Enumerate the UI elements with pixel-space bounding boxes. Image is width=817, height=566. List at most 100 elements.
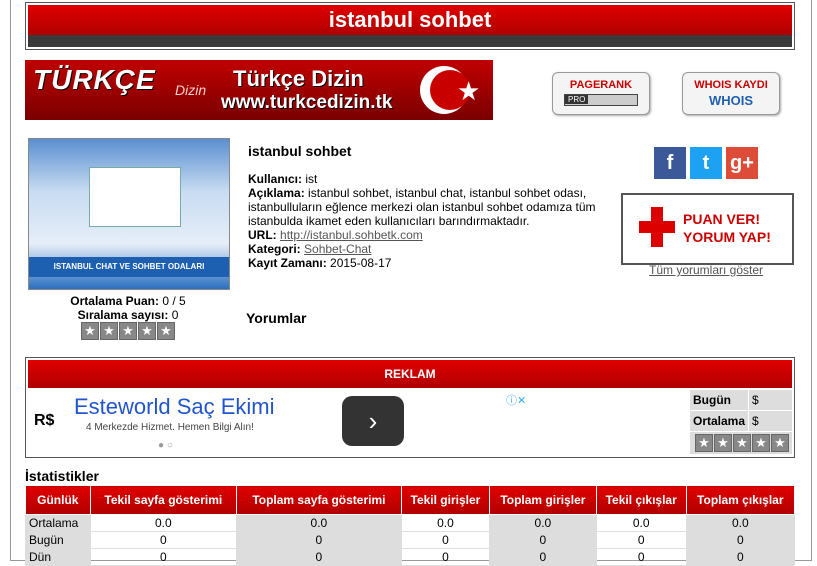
stats-header: Tekil girişler bbox=[400, 485, 491, 515]
turkce-dizin-banner[interactable]: TÜRKÇE Dizin Türkçe Dizin www.turkcedizi… bbox=[25, 60, 493, 120]
table-cell: 0 bbox=[89, 548, 237, 566]
social-share: f t g+ bbox=[654, 147, 758, 179]
ad-logo: R$ bbox=[34, 412, 55, 429]
table-cell: 0 bbox=[400, 548, 491, 566]
site-url-link[interactable]: http://istanbul.sohbetk.com bbox=[280, 228, 423, 242]
star-icon[interactable]: ★ bbox=[695, 434, 713, 452]
vote-line1: PUAN VER! bbox=[683, 211, 761, 227]
star-icon[interactable]: ★ bbox=[100, 322, 118, 340]
login-box-preview bbox=[89, 167, 181, 227]
url-label: URL: bbox=[248, 228, 277, 242]
red-cross-icon bbox=[639, 207, 675, 247]
header-divider bbox=[28, 35, 792, 47]
banner-url: www.turkcedizin.tk bbox=[221, 92, 393, 113]
table-row: Bugün 0 0 0 0 0 0 bbox=[25, 531, 796, 549]
desc-label: Açıklama: bbox=[248, 186, 305, 200]
date-label: Kayıt Zamanı: bbox=[248, 256, 327, 270]
ad-section: REKLAM R$ Esteworld Saç Ekimi 4 Merkezde… bbox=[25, 357, 795, 458]
table-cell: 0 bbox=[489, 548, 597, 566]
pagerank-badge[interactable]: PAGERANK PRO bbox=[552, 72, 650, 115]
date-value: 2015-08-17 bbox=[330, 256, 392, 270]
banner-logo: TÜRKÇE bbox=[33, 64, 156, 95]
stats-header: Tekil çıkışlar bbox=[595, 485, 687, 515]
table-row: Dün 0 0 0 0 0 0 bbox=[25, 548, 796, 566]
side-star-rating[interactable]: ★ ★ ★ ★ ★ bbox=[695, 434, 789, 452]
category-link[interactable]: Sohbet-Chat bbox=[304, 242, 371, 256]
pagerank-bar: PRO bbox=[564, 94, 638, 106]
avg-side-value: $ bbox=[748, 411, 759, 431]
star-icon[interactable]: ★ bbox=[733, 434, 751, 452]
rating-block: Ortalama Puan: 0 / 5 Sıralama sayısı: 0 … bbox=[28, 294, 228, 340]
stats-header: Toplam girişler bbox=[489, 485, 597, 515]
table-cell: 0.0 bbox=[489, 514, 597, 532]
star-icon[interactable]: ★ bbox=[138, 322, 156, 340]
table-cell: 0 bbox=[489, 531, 597, 549]
ad-subtext: 4 Merkezde Hizmet. Hemen Bilgi Alın! bbox=[86, 422, 254, 433]
show-all-comments-link[interactable]: Tüm yorumları göster bbox=[649, 263, 763, 277]
user-label: Kullanıcı: bbox=[248, 172, 303, 186]
category-label: Kategori: bbox=[248, 242, 301, 256]
today-label: Bugün bbox=[693, 393, 731, 407]
star-icon[interactable]: ★ bbox=[119, 322, 137, 340]
whois-logo: WHOIS bbox=[708, 93, 754, 108]
table-cell: 0 bbox=[235, 548, 402, 566]
stats-header: Toplam sayfa gösterimi bbox=[235, 485, 402, 515]
star-icon[interactable]: ★ bbox=[714, 434, 732, 452]
star-rating[interactable]: ★ ★ ★ ★ ★ bbox=[81, 322, 175, 340]
table-cell: 0.0 bbox=[235, 514, 402, 532]
ad-headline[interactable]: Esteworld Saç Ekimi bbox=[74, 394, 275, 420]
avg-value: 0 / 5 bbox=[162, 294, 186, 308]
avg-label: Ortalama Puan: bbox=[70, 294, 159, 308]
stats-header: Toplam çıkışlar bbox=[685, 485, 796, 515]
site-info: Kullanıcı: ist Açıklama: istanbul sohbet… bbox=[248, 172, 608, 270]
site-name: istanbul sohbet bbox=[248, 143, 352, 159]
ad-info-close-icon[interactable]: ⓘ✕ bbox=[506, 392, 526, 408]
star-icon[interactable]: ★ bbox=[752, 434, 770, 452]
flag-star-icon: ★ bbox=[457, 76, 481, 106]
star-icon[interactable]: ★ bbox=[157, 322, 175, 340]
table-cell: 0 bbox=[400, 531, 491, 549]
vote-comment-button[interactable]: PUAN VER! YORUM YAP! bbox=[621, 193, 794, 265]
stats-table: Günlük Tekil sayfa gösterimi Toplam sayf… bbox=[25, 485, 796, 566]
banner-title: Türkçe Dizin bbox=[233, 66, 364, 91]
table-cell: 0 bbox=[685, 531, 796, 549]
ad-unit[interactable]: R$ Esteworld Saç Ekimi 4 Merkezde Hizmet… bbox=[28, 390, 688, 454]
today-value: $ bbox=[748, 390, 759, 410]
whois-label: WHOIS KAYDI bbox=[694, 79, 768, 91]
stats-header: Tekil sayfa gösterimi bbox=[89, 485, 237, 515]
table-row: Ortalama 0.0 0.0 0.0 0.0 0.0 0.0 bbox=[25, 514, 796, 532]
google-plus-icon[interactable]: g+ bbox=[726, 147, 758, 179]
banner-logo-sub: Dizin bbox=[175, 82, 207, 98]
table-cell: 0.0 bbox=[685, 514, 796, 532]
table-cell: 0 bbox=[685, 548, 796, 566]
star-icon[interactable]: ★ bbox=[81, 322, 99, 340]
thumb-caption: ISTANBUL CHAT VE SOHBET ODALARI bbox=[29, 257, 229, 277]
table-cell: 0 bbox=[89, 531, 237, 549]
table-cell: 0 bbox=[595, 531, 687, 549]
twitter-icon[interactable]: t bbox=[690, 147, 722, 179]
count-label: Sıralama sayısı: bbox=[77, 308, 169, 322]
table-cell: Dün bbox=[25, 548, 91, 566]
table-cell: 0.0 bbox=[89, 514, 237, 532]
ad-side-stats: $ Bugün $ Ortalama ★ ★ ★ ★ ★ bbox=[690, 390, 792, 454]
pagerank-label: PAGERANK bbox=[569, 79, 633, 91]
page-header: istanbul sohbet bbox=[25, 2, 795, 50]
site-screenshot[interactable]: ISTANBUL CHAT VE SOHBET ODALARI bbox=[28, 138, 230, 290]
page-title: istanbul sohbet bbox=[28, 5, 792, 35]
star-icon[interactable]: ★ bbox=[771, 434, 789, 452]
whois-badge[interactable]: WHOIS KAYDI WHOIS bbox=[682, 72, 780, 115]
table-cell: 0 bbox=[595, 548, 687, 566]
avg-side-label: Ortalama bbox=[693, 414, 746, 428]
ad-heading: REKLAM bbox=[28, 360, 792, 388]
table-cell: Bugün bbox=[25, 531, 91, 549]
ad-arrow-button[interactable]: › bbox=[342, 396, 404, 446]
user-value: ist bbox=[305, 172, 318, 186]
comments-heading: Yorumlar bbox=[246, 310, 307, 326]
facebook-icon[interactable]: f bbox=[654, 147, 686, 179]
stats-title: İstatistikler bbox=[25, 468, 99, 484]
stats-header: Günlük bbox=[25, 485, 91, 515]
vote-line2: YORUM YAP! bbox=[683, 229, 771, 245]
table-cell: 0.0 bbox=[595, 514, 687, 532]
ad-pager-dots[interactable]: ● ○ bbox=[158, 440, 173, 451]
table-cell: 0.0 bbox=[400, 514, 491, 532]
